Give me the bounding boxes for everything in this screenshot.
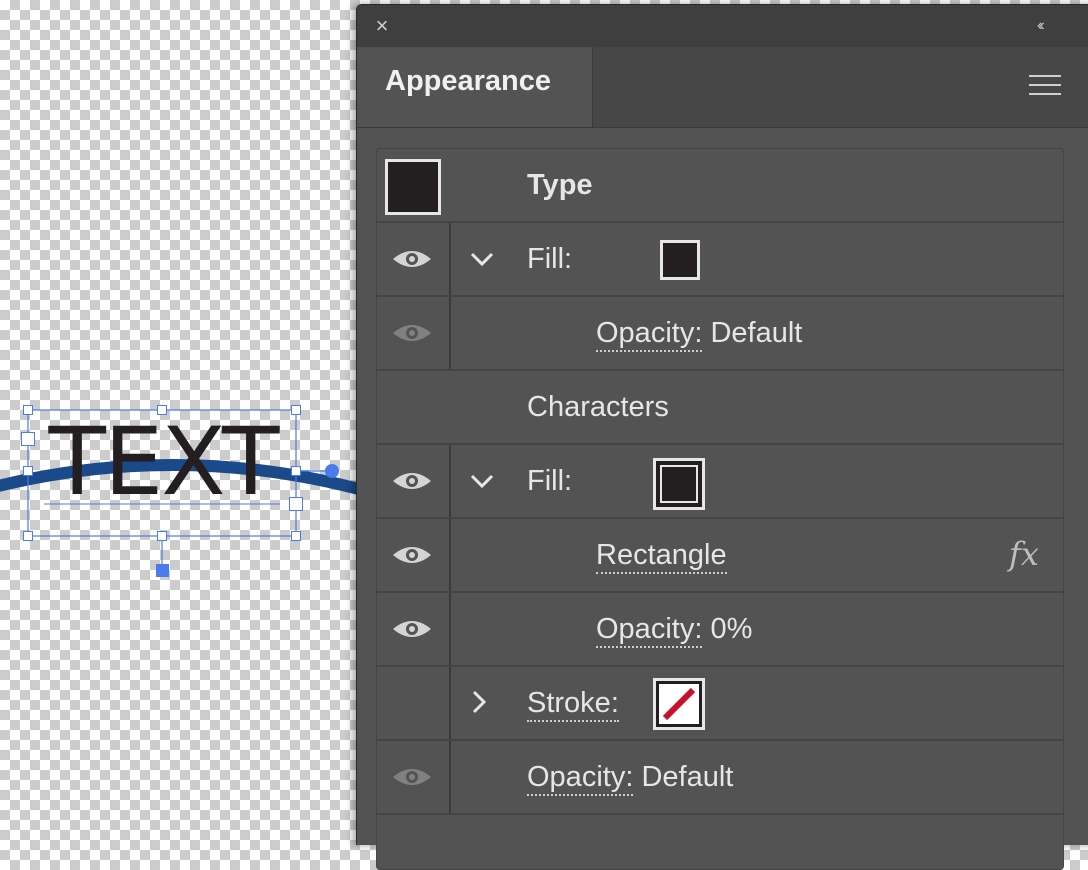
eye-icon[interactable]	[391, 247, 433, 271]
opacity-row: Opacity: Default	[527, 761, 734, 796]
row-gutter	[377, 223, 451, 295]
rotate-handle[interactable]	[156, 564, 169, 577]
row-type-label: Type	[527, 169, 593, 201]
row-opacity-fill[interactable]: Opacity: Default	[377, 297, 1063, 371]
rectangle-effect-link[interactable]: Rectangle	[596, 539, 727, 574]
eye-icon[interactable]	[391, 543, 433, 567]
fx-icon[interactable]: fx	[1009, 535, 1039, 573]
panel-tabstrip: Appearance	[357, 47, 1088, 128]
text-handle-left[interactable]	[21, 432, 35, 446]
panel-titlebar: × ‹‹	[357, 5, 1088, 47]
collapse-icon[interactable]: ‹‹	[1037, 15, 1063, 37]
row-type[interactable]: Type	[377, 149, 1063, 223]
chevron-right-icon[interactable]	[465, 687, 491, 717]
text-handle-right[interactable]	[289, 497, 303, 511]
row-stroke[interactable]: Stroke:	[377, 667, 1063, 741]
close-icon[interactable]: ×	[371, 15, 393, 37]
opacity-link[interactable]: Opacity:	[527, 761, 634, 796]
fill-label: Fill:	[527, 465, 573, 497]
opacity-value: Default	[641, 761, 734, 793]
fill-label: Fill:	[527, 243, 573, 275]
row-gutter	[377, 741, 451, 813]
eye-icon-dimmed[interactable]	[391, 765, 433, 789]
handle-top-left[interactable]	[23, 405, 33, 415]
row-opacity-object[interactable]: Opacity: Default	[377, 741, 1063, 815]
appearance-panel: × ‹‹ Appearance Type Fill: Opacity: Defa…	[356, 4, 1088, 870]
handle-top-right[interactable]	[291, 405, 301, 415]
type-thumbnail	[385, 159, 441, 215]
row-characters[interactable]: Characters	[377, 371, 1063, 445]
opacity-link[interactable]: Opacity:	[596, 613, 703, 648]
fill-swatch[interactable]	[660, 240, 700, 280]
chevron-down-icon[interactable]	[469, 243, 495, 273]
opacity-row: Opacity: 0%	[596, 613, 753, 648]
handle-middle-right[interactable]	[291, 466, 301, 476]
handle-top-center[interactable]	[157, 405, 167, 415]
row-gutter	[377, 519, 451, 591]
opacity-link[interactable]: Opacity:	[596, 317, 703, 352]
eye-icon[interactable]	[391, 469, 433, 493]
characters-label: Characters	[527, 391, 669, 423]
path-anchor-handle[interactable]	[325, 464, 339, 478]
handle-bottom-left[interactable]	[23, 531, 33, 541]
tab-appearance[interactable]: Appearance	[357, 47, 593, 127]
handle-bottom-right[interactable]	[291, 531, 301, 541]
handle-bottom-center[interactable]	[157, 531, 167, 541]
row-gutter	[377, 667, 451, 739]
appearance-list: Type Fill: Opacity: Default Characters F…	[376, 148, 1064, 870]
opacity-value: 0%	[710, 613, 753, 645]
row-opacity-characters-fill[interactable]: Opacity: 0%	[377, 593, 1063, 667]
fill-swatch-selected[interactable]	[653, 458, 705, 510]
canvas-text-object[interactable]: TEXT	[38, 408, 288, 518]
row-fill-type[interactable]: Fill:	[377, 223, 1063, 297]
row-gutter	[377, 371, 451, 443]
stroke-none-swatch[interactable]	[653, 678, 705, 730]
tab-appearance-label: Appearance	[385, 65, 552, 97]
handle-middle-left[interactable]	[23, 466, 33, 476]
stroke-row: Stroke:	[527, 687, 619, 722]
stroke-link[interactable]: Stroke:	[527, 687, 619, 722]
row-fill-characters[interactable]: Fill:	[377, 445, 1063, 519]
chevron-down-icon[interactable]	[469, 465, 495, 495]
opacity-row: Opacity: Default	[596, 317, 803, 352]
opacity-value: Default	[710, 317, 803, 349]
row-rectangle-effect[interactable]: Rectangle fx	[377, 519, 1063, 593]
row-gutter	[377, 593, 451, 665]
rectangle-label[interactable]: Rectangle	[596, 539, 727, 574]
panel-menu-icon[interactable]	[1029, 75, 1061, 99]
row-gutter	[377, 445, 451, 517]
eye-icon[interactable]	[391, 617, 433, 641]
row-gutter	[377, 297, 451, 369]
eye-icon-dimmed[interactable]	[391, 321, 433, 345]
